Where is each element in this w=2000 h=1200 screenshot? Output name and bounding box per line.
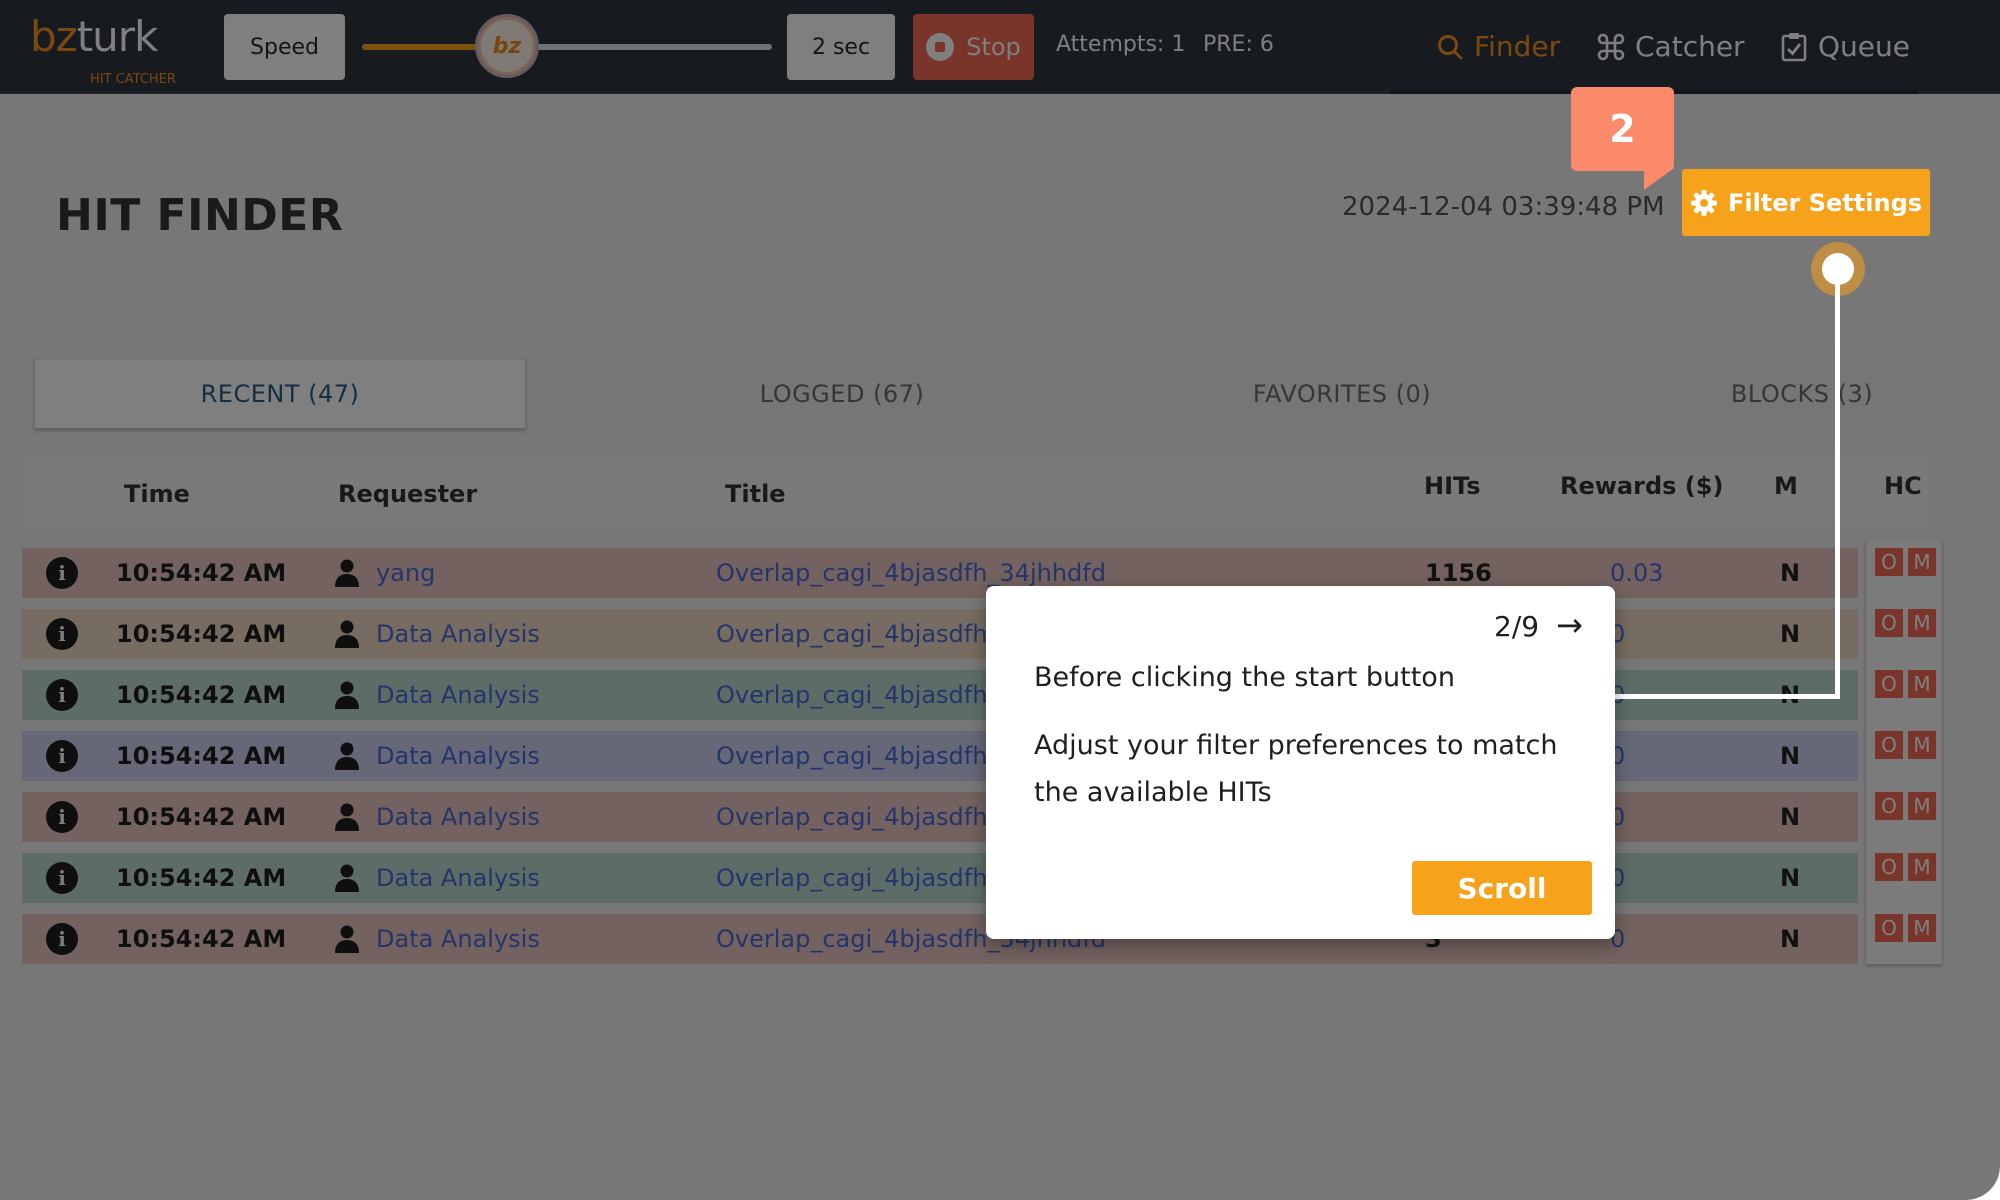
- next-arrow-icon[interactable]: →: [1556, 606, 1583, 644]
- tour-step-badge: 2: [1571, 87, 1674, 171]
- tour-body: Adjust your filter preferences to match …: [1034, 730, 1558, 808]
- highlighted-filter-settings-label: Filter Settings: [1727, 188, 1923, 217]
- tour-progress: 2/9: [1494, 610, 1540, 643]
- tour-tooltip: 2/9 → Before clicking the start button A…: [986, 586, 1615, 939]
- highlighted-filter-settings-button[interactable]: Filter Settings: [1682, 169, 1930, 236]
- tour-beacon-dot[interactable]: [1822, 253, 1854, 285]
- app-window: bzturk HIT CATCHER Speed bz 2 sec Stop A…: [0, 0, 2000, 1200]
- gear-icon: [1690, 189, 1717, 216]
- tour-connector-line: [1835, 284, 1840, 699]
- tour-heading: Before clicking the start button: [1034, 662, 1455, 693]
- tour-connector-line: [1610, 694, 1840, 699]
- scroll-button[interactable]: Scroll: [1412, 861, 1592, 915]
- tour-step-badge-tail: [1644, 168, 1674, 190]
